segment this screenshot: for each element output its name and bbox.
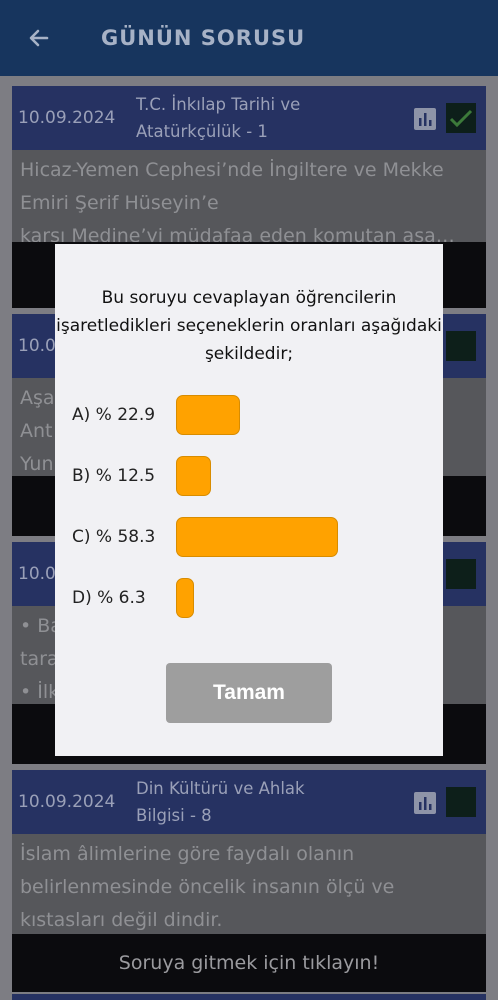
option-label: C) % 58.3 [72,527,156,547]
card-header: 10.09.2024 T.C. İnkılap Tarihi ve Atatür… [12,86,486,150]
option-bar [176,395,240,435]
option-bar [176,578,194,618]
card-date: 10.09.2024 [18,108,116,128]
option-label: D) % 6.3 [72,588,146,608]
card-subject: T.C. İnkılap Tarihi ve Atatürkçülük - 1 [136,95,301,141]
card-question-text: Hicaz-Yemen Cephesi’nde İngiltere ve Mek… [20,159,455,242]
option-row: D) % 6.3 [72,578,194,618]
dialog-message: Bu soruyu cevaplayan öğrencilerin işaret… [56,288,442,364]
statistics-icon[interactable] [412,790,438,816]
app-bar: GÜNÜN SORUSU [0,0,498,76]
option-row: C) % 58.3 [72,517,339,557]
go-to-question-button[interactable]: Soruya gitmek için tıklayın! [12,934,486,992]
card-date: 10.09.2024 [18,792,116,812]
option-label: B) % 12.5 [72,466,156,486]
ok-button[interactable]: Tamam [166,663,332,723]
back-arrow-icon[interactable] [27,26,51,50]
option-row: B) % 12.5 [72,456,211,496]
answered-checkbox[interactable] [446,559,476,589]
option-bar [176,456,211,496]
answered-checkbox[interactable] [446,103,476,133]
answered-checkbox[interactable] [446,787,476,817]
question-card[interactable]: 10.09.2024 Din Kültürü ve Ahlak Bilgisi … [12,770,486,992]
card-question-text: İslam âlimlerine göre faydalı olanın bel… [20,843,395,931]
card-subject: Din Kültürü ve Ahlak Bilgisi - 8 [136,779,305,825]
statistics-icon[interactable] [412,106,438,132]
checkmark-icon [449,109,473,128]
answered-checkbox[interactable] [446,331,476,361]
option-bar [176,517,339,557]
option-row: A) % 22.9 [72,395,240,435]
option-label: A) % 22.9 [72,405,156,425]
card-header: 10.09.2024 Din Kültürü ve Ahlak Bilgisi … [12,770,486,834]
answer-stats-dialog: Bu soruyu cevaplayan öğrencilerin işaret… [55,244,443,756]
question-card[interactable] [12,994,486,1000]
page-title: GÜNÜN SORUSU [101,26,306,50]
